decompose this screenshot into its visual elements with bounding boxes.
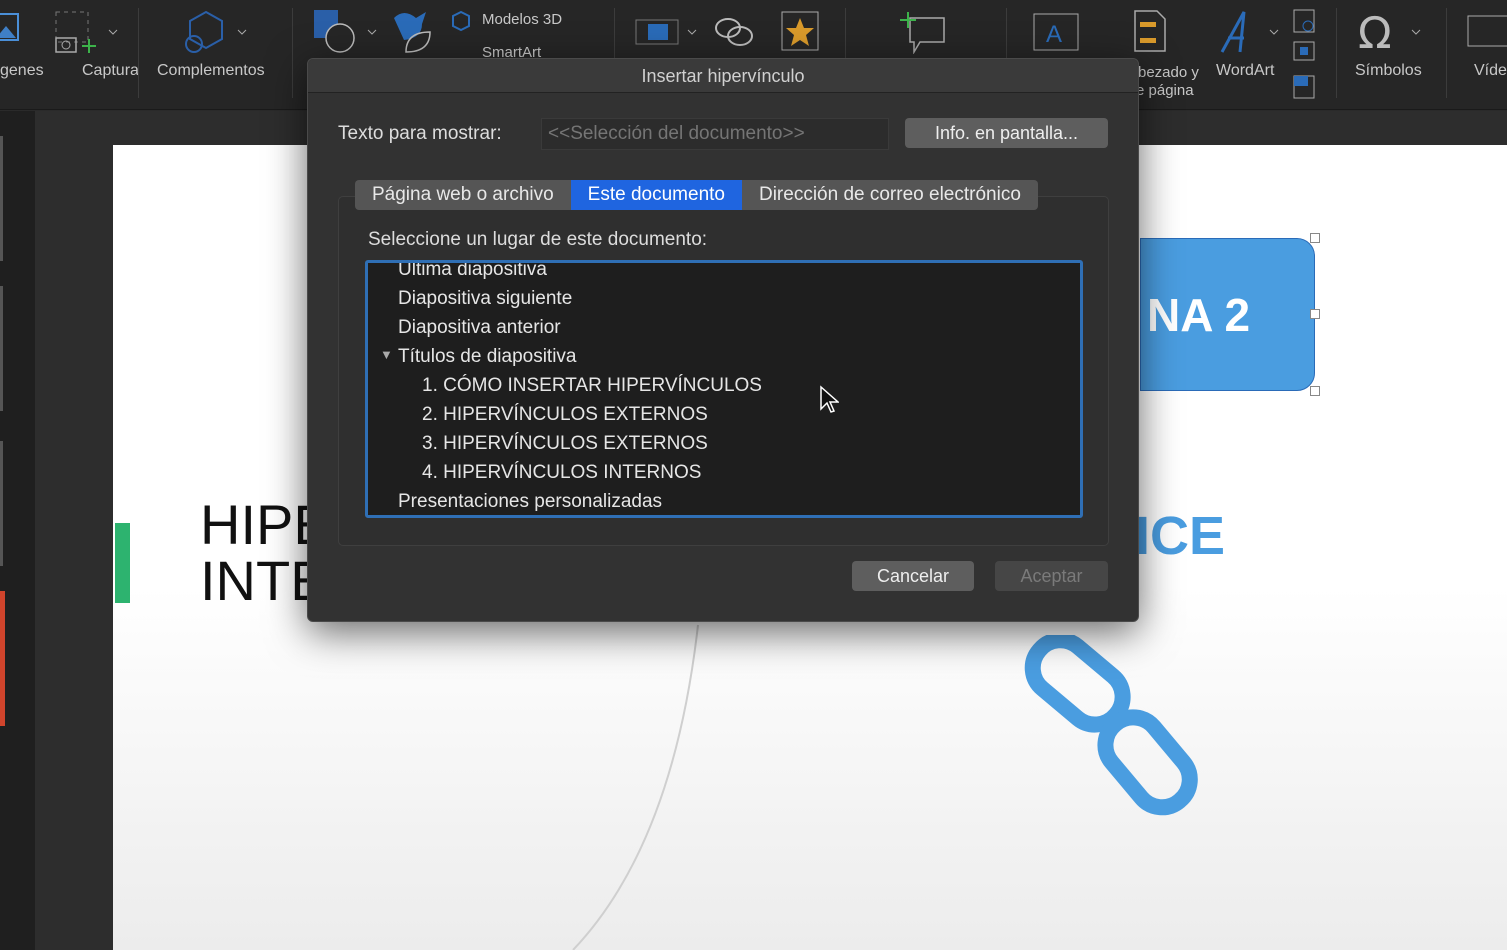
tree-item[interactable]: Presentaciones personalizadas [398,491,662,513]
wordart-icon[interactable] [1218,8,1284,58]
tree-item[interactable]: 2. HIPERVÍNCULOS EXTERNOS [422,404,708,426]
icons-icon[interactable] [388,8,434,56]
resize-handle[interactable] [1310,309,1320,319]
tab-this-document[interactable]: Este documento [570,180,742,210]
chain-link-icon [1024,635,1198,816]
ribbon-complementos[interactable]: Complementos [157,62,265,80]
tree-item[interactable]: Títulos de diapositiva [398,346,577,368]
thumbnail-pane[interactable] [0,111,35,950]
ribbon-modelos3d[interactable]: Modelos 3D [482,11,562,28]
mouse-cursor-icon [820,385,839,413]
link-type-tabs: Página web o archivo Este documento Dire… [355,180,1038,210]
resize-handle[interactable] [1310,386,1320,396]
tree-item[interactable]: 1. CÓMO INSERTAR HIPERVÍNCULOS [422,375,762,397]
tree-item[interactable]: 4. HIPERVÍNCULOS INTERNOS [422,462,701,484]
svg-text:A: A [1046,21,1062,48]
ribbon-wordart[interactable]: WordArt [1216,62,1274,80]
dialog-title: Insertar hipervínculo [308,59,1138,93]
header-footer-icon[interactable] [1132,8,1168,54]
link-icon[interactable] [712,14,758,50]
3d-models-icon[interactable] [450,10,472,32]
symbols-icon[interactable]: Ω [1358,10,1428,54]
svg-text:Ω: Ω [1358,10,1392,54]
image-icon[interactable] [0,10,30,46]
ribbon-encabezado[interactable]: bezado y [1138,64,1199,81]
tree-item[interactable]: 3. HIPERVÍNCULOS EXTERNOS [422,433,708,455]
media-icon[interactable] [634,14,700,50]
date-slide-number-object-icons[interactable] [1290,6,1320,102]
ribbon-captura[interactable]: Captura [82,62,139,80]
select-place-label: Seleccione un lugar de este documento: [368,229,708,250]
shapes-icon[interactable] [312,8,382,56]
green-accent-bar [115,523,130,603]
tree-item[interactable]: Diapositiva siguiente [398,288,572,310]
textbox-icon[interactable]: A [1030,10,1082,52]
slide-button-shape[interactable]: NA 2 [1140,238,1315,391]
video-icon[interactable] [1466,14,1507,50]
screenshot-icon[interactable] [52,10,122,60]
screentip-button[interactable]: Info. en pantalla... [905,118,1108,148]
tab-email-address[interactable]: Dirección de correo electrónico [742,180,1038,210]
action-icon[interactable] [778,8,824,54]
slide-index-text: ICE [1135,506,1226,566]
addins-icon[interactable] [180,8,250,58]
ribbon-pagina: e página [1136,82,1194,99]
cancel-button[interactable]: Cancelar [852,561,974,591]
display-text-label: Texto para mostrar: [338,123,502,144]
disclosure-triangle-icon[interactable]: ▼ [380,347,393,362]
ribbon-imagenes[interactable]: genes [0,62,44,80]
ribbon-simbolos[interactable]: Símbolos [1355,62,1422,80]
insert-hyperlink-dialog: Insertar hipervínculo Texto para mostrar… [307,58,1139,622]
resize-handle[interactable] [1310,233,1320,243]
tab-web-page-or-file[interactable]: Página web o archivo [355,180,571,210]
document-places-tree[interactable]: Última diapositiva Diapositiva siguiente… [365,260,1083,518]
display-text-input[interactable] [541,118,889,150]
ok-button[interactable]: Aceptar [995,561,1108,591]
ribbon-video[interactable]: Víde [1474,62,1507,80]
tree-item[interactable]: Última diapositiva [398,263,547,281]
tree-item[interactable]: Diapositiva anterior [398,317,561,339]
comment-icon[interactable] [898,8,948,54]
